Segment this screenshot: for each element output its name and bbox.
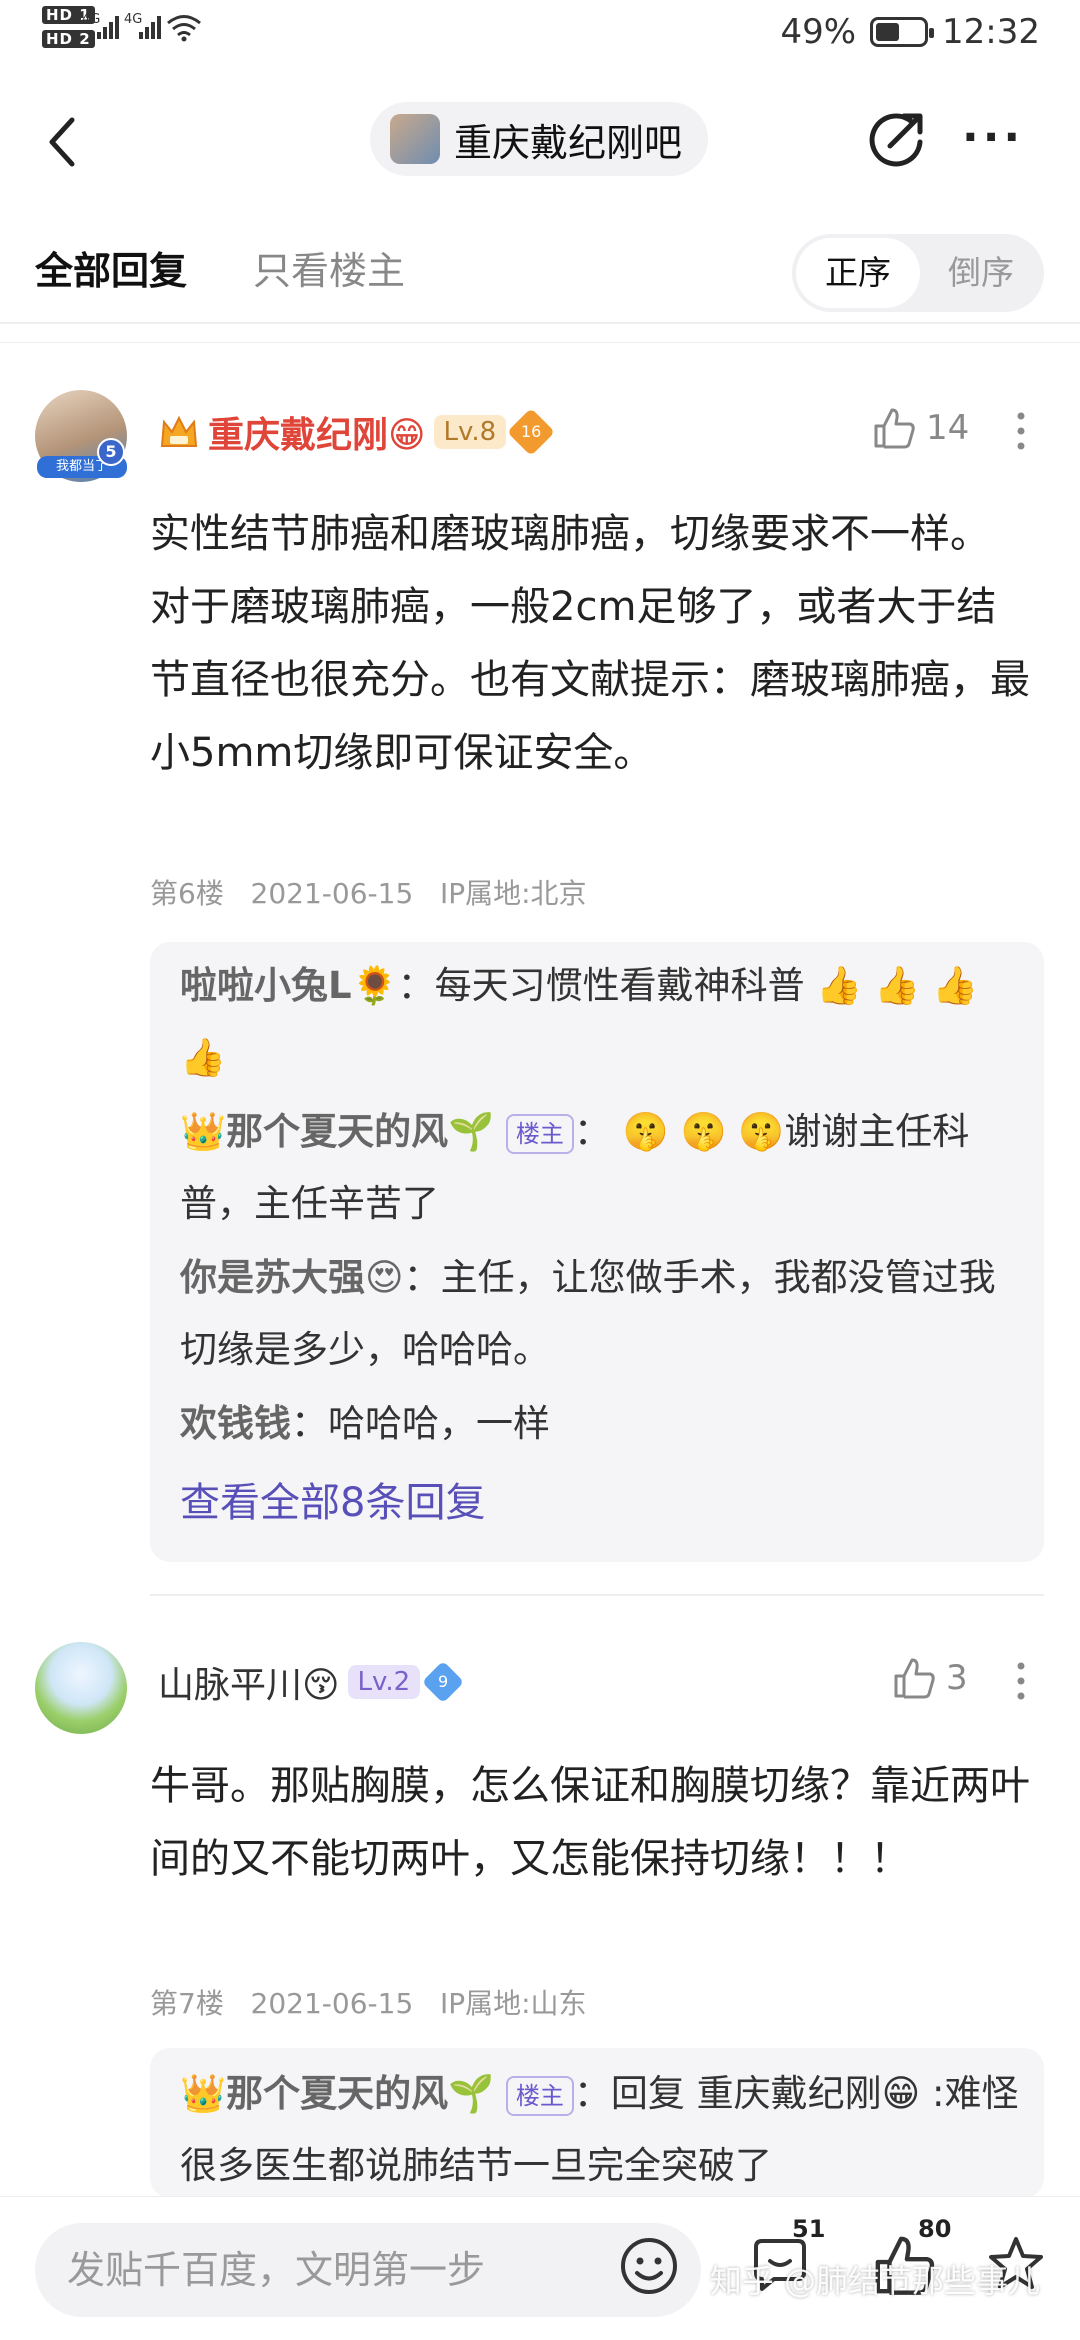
gem-badge: 16 — [507, 407, 556, 457]
reply-colon: ： — [291, 1402, 328, 1445]
crown-icon: 👑 — [180, 2072, 227, 2115]
floor-number: 第7楼 — [150, 1987, 224, 2020]
post-options-button[interactable] — [1010, 410, 1032, 454]
more-dots-icon: ··· — [962, 112, 1025, 163]
reply-colon: ： — [573, 2072, 611, 2115]
wifi-icon — [166, 14, 202, 46]
post-options-button[interactable] — [1010, 1660, 1032, 1704]
reply-input[interactable]: 发贴千百度，文明第一步 — [35, 2223, 701, 2317]
gem-badge: 9 — [421, 1660, 465, 1704]
smiley-icon — [621, 2238, 677, 2294]
share-button[interactable] — [868, 108, 928, 168]
crown-icon: 👑 — [180, 1110, 227, 1153]
level-badge: Lv.2 — [347, 1665, 421, 1699]
sub-reply[interactable]: 啦啦小兔L🌻：每天习惯性看戴神科普 👍 👍 👍 👍 — [180, 950, 1020, 1094]
post-author: 山脉平川😚 Lv.2 9 — [158, 1656, 465, 1708]
signal-icon — [96, 14, 122, 44]
forum-pill[interactable]: 重庆戴纪刚吧 — [370, 102, 708, 176]
like-thread-count: 80 — [918, 2215, 952, 2243]
op-tag: 楼主 — [505, 1113, 574, 1154]
ip-location: IP属地:北京 — [439, 877, 587, 910]
reply-tabs: 全部回复 只看楼主 正序 倒序 — [0, 222, 1080, 322]
battery-icon — [870, 17, 935, 47]
avatar[interactable] — [35, 1642, 127, 1734]
gem-badge-number: 16 — [521, 421, 542, 441]
reply-text: 哈哈哈，一样 — [328, 1402, 550, 1445]
sub-reply[interactable]: 你是苏大强😍：主任，让您做手术，我都没管过我切缘是多少，哈哈哈。 — [180, 1242, 1020, 1386]
share-edit-icon — [869, 113, 923, 167]
level-badge: Lv.8 — [433, 415, 507, 449]
like-count: 3 — [946, 1658, 968, 1698]
username[interactable]: 重庆戴纪刚😁 — [208, 406, 426, 458]
sub-reply[interactable]: 👑那个夏天的风🌱 楼主 ：回复 重庆戴纪刚😁 :难怪很多医生都说肺结节一旦完全突破… — [180, 2058, 1020, 2198]
battery-fill — [876, 23, 899, 41]
post-date: 2021-06-15 — [250, 1987, 414, 2020]
divider — [0, 342, 1080, 343]
sim2-indicator: HD 2 — [42, 30, 95, 48]
reply-author[interactable]: 你是苏大强😍 — [180, 1256, 404, 1299]
post-author: 重庆戴纪刚😁 Lv.8 16 — [158, 406, 556, 458]
tab-all-replies[interactable]: 全部回复 — [35, 240, 187, 295]
like-count: 14 — [926, 408, 970, 448]
avatar-frame-number: 5 — [97, 438, 125, 466]
sort-asc-button[interactable]: 正序 — [796, 238, 920, 308]
see-all-replies-link[interactable]: 查看全部8条回复 — [180, 1470, 485, 1528]
op-tag: 楼主 — [505, 2075, 574, 2116]
tab-op-only[interactable]: 只看楼主 — [253, 240, 405, 295]
post-meta: 第6楼 2021-06-15 IP属地:北京 — [150, 872, 587, 912]
reply-author[interactable]: 那个夏天的风🌱 — [226, 2072, 494, 2115]
back-button[interactable] — [44, 114, 84, 170]
chevron-left-icon — [49, 117, 75, 167]
sort-toggle: 正序 倒序 — [792, 234, 1044, 312]
divider — [0, 322, 1080, 324]
sub-replies: 👑那个夏天的风🌱 楼主 ：回复 重庆戴纪刚😁 :难怪很多医生都说肺结节一旦完全突破… — [150, 2048, 1044, 2198]
like-button[interactable]: 14 — [872, 406, 969, 450]
status-bar: HD 1 HD 2 4G 4G 49% 12:32 — [0, 0, 1080, 80]
avatar[interactable]: 我都当了 5 — [35, 390, 127, 482]
forum-avatar — [390, 114, 440, 164]
like-button[interactable]: 3 — [892, 1656, 968, 1700]
post-date: 2021-06-15 — [250, 877, 414, 910]
top-header: 重庆戴纪刚吧 ··· — [0, 90, 1080, 190]
watermark: 知乎 @肺结节那些事儿 — [709, 2262, 1040, 2300]
comment-count: 51 — [792, 2215, 826, 2243]
post-content: 实性结节肺癌和磨玻璃肺癌，切缘要求不一样。 对于磨玻璃肺癌，一般2cm足够了，或… — [150, 511, 1030, 776]
emoji-button[interactable] — [618, 2235, 680, 2297]
reply-colon: ： — [573, 1110, 611, 1153]
kebab-icon — [1017, 1662, 1025, 1700]
sub-reply[interactable]: 欢钱钱：哈哈哈，一样 — [180, 1388, 1020, 1460]
reply-author[interactable]: 那个夏天的风🌱 — [226, 1110, 494, 1153]
divider — [150, 1594, 1044, 1596]
thumbs-up-icon — [874, 408, 915, 449]
status-right: 49% 12:32 — [780, 12, 1040, 52]
username[interactable]: 山脉平川😚 — [158, 1656, 340, 1708]
post-content: 牛哥。那贴胸膜，怎么保证和胸膜切缘？靠近两叶间的又不能切两叶，又怎能保持切缘！！… — [150, 1763, 1030, 1882]
post-floor-6: 我都当了 5 重庆戴纪刚😁 Lv.8 16 14 实性结节肺癌和磨玻璃肺癌，切缘… — [0, 370, 1080, 1590]
gem-badge-number: 9 — [438, 1672, 449, 1691]
post-meta: 第7楼 2021-06-15 IP属地:山东 — [150, 1982, 587, 2022]
floor-number: 第6楼 — [150, 877, 224, 910]
reply-author[interactable]: 欢钱钱 — [180, 1402, 291, 1445]
kebab-icon — [1017, 412, 1025, 450]
crown-icon — [158, 412, 200, 452]
sub-replies: 啦啦小兔L🌻：每天习惯性看戴神科普 👍 👍 👍 👍 👑那个夏天的风🌱 楼主： 🤫… — [150, 942, 1044, 1562]
clock: 12:32 — [942, 12, 1040, 52]
signal-icon-2 — [138, 14, 164, 44]
thumbs-up-icon — [894, 1658, 935, 1699]
more-menu-button[interactable]: ··· — [962, 112, 1024, 163]
reply-colon: ： — [403, 1256, 441, 1299]
battery-percent: 49% — [780, 12, 857, 52]
post-floor-7: 山脉平川😚 Lv.2 9 3 牛哥。那贴胸膜，怎么保证和胸膜切缘？靠近两叶间的又… — [0, 1600, 1080, 2200]
forum-name: 重庆戴纪刚吧 — [454, 120, 683, 165]
reply-colon: ： — [397, 964, 435, 1007]
reply-author[interactable]: 啦啦小兔L🌻 — [180, 964, 398, 1007]
sub-reply[interactable]: 👑那个夏天的风🌱 楼主： 🤫 🤫 🤫谢谢主任科普，主任辛苦了 — [180, 1096, 1020, 1240]
sort-desc-button[interactable]: 倒序 — [922, 238, 1040, 308]
ip-location: IP属地:山东 — [439, 1987, 587, 2020]
